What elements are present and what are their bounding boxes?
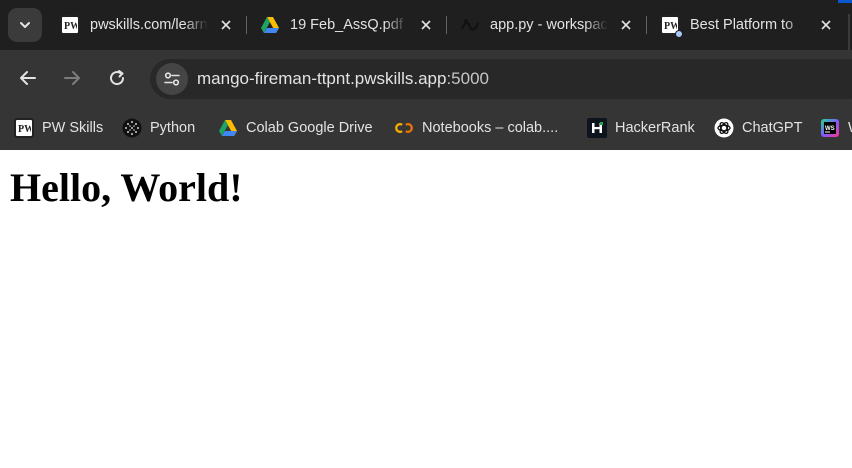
page-heading: Hello, World!	[10, 165, 243, 210]
bookmark-label: ChatGPT	[742, 120, 803, 136]
reload-button[interactable]	[101, 62, 133, 94]
close-tab-icon[interactable]	[618, 17, 634, 33]
bookmark-hackerrank[interactable]: HackerRank	[587, 116, 695, 140]
tab-best-platform[interactable]: PW Best Platform to	[648, 8, 844, 42]
address-bar[interactable]: mango-fireman-ttpnt.pwskills.app:5000	[150, 59, 852, 99]
tab-activity-dot	[675, 30, 683, 38]
bookmark-colab-drive[interactable]: Colab Google Drive	[218, 116, 373, 140]
python-icon	[122, 118, 142, 138]
back-button[interactable]	[12, 62, 44, 94]
bookmark-python[interactable]: Python	[122, 116, 195, 140]
chevron-down-icon	[20, 22, 30, 28]
site-info-button[interactable]	[156, 63, 188, 95]
tab-separator	[446, 16, 447, 34]
webstorm-icon: WS	[820, 118, 840, 138]
google-drive-icon	[218, 118, 238, 138]
tab-title: app.py - workspace	[490, 17, 608, 33]
bookmark-label: Colab Google Drive	[246, 120, 373, 136]
tab-app-py[interactable]: app.py - workspace	[448, 8, 644, 42]
window-accent	[838, 0, 852, 3]
tab-title: 19 Feb_AssQ.pdf	[290, 17, 403, 33]
bookmark-label: Python	[150, 120, 196, 136]
bookmark-notebooks-colab[interactable]: Notebooks – colab....	[394, 116, 558, 140]
arrow-left-icon	[20, 71, 36, 85]
pw-skills-icon: PW	[14, 118, 34, 138]
colab-icon	[394, 118, 414, 138]
svg-text:WS: WS	[825, 126, 835, 132]
tab-pdf[interactable]: 19 Feb_AssQ.pdf	[248, 8, 444, 42]
close-tab-icon[interactable]	[218, 17, 234, 33]
bookmark-label: HackerRank	[615, 120, 695, 136]
url-text[interactable]: mango-fireman-ttpnt.pwskills.app:5000	[197, 69, 489, 89]
bookmark-label: W	[848, 120, 852, 136]
arrow-right-icon	[64, 71, 80, 85]
tab-strip: PW pwskills.com/learn 19 Feb_AssQ.pdf ap…	[0, 0, 852, 50]
page-content: Hello, World!	[0, 150, 852, 468]
tab-separator	[246, 16, 247, 34]
svg-text:PW: PW	[18, 124, 31, 135]
bookmark-chatgpt[interactable]: ChatGPT	[714, 116, 802, 140]
close-tab-icon[interactable]	[818, 17, 834, 33]
tab-separator	[848, 14, 850, 50]
bookmark-label: Notebooks – colab....	[422, 120, 559, 136]
browser-toolbar: mango-fireman-ttpnt.pwskills.app:5000	[0, 50, 852, 106]
pw-skills-icon: PW	[660, 15, 683, 38]
hackerrank-icon	[587, 118, 607, 138]
tab-title: Best Platform to	[690, 17, 794, 33]
tune-icon	[164, 72, 180, 86]
reload-icon	[110, 70, 125, 86]
pw-skills-icon: PW	[60, 15, 80, 35]
url-host: mango-fireman-ttpnt.pwskills.app	[197, 69, 447, 88]
svg-text:PW: PW	[64, 21, 77, 32]
google-drive-icon	[260, 15, 280, 35]
tab-pwskills-learn[interactable]: PW pwskills.com/learn	[48, 8, 244, 42]
bookmark-webstorm[interactable]: WS W	[820, 116, 852, 140]
close-tab-icon[interactable]	[418, 17, 434, 33]
bookmarks-bar: PW PW Skills Python Colab Google Drive N…	[0, 106, 852, 150]
tab-separator	[646, 16, 647, 34]
bookmark-pw-skills[interactable]: PW PW Skills	[14, 116, 103, 140]
workspace-icon	[460, 15, 480, 35]
bookmark-label: PW Skills	[42, 120, 104, 136]
chatgpt-icon	[714, 118, 734, 138]
tab-search-button[interactable]	[8, 8, 42, 42]
tab-title: pwskills.com/learn	[90, 17, 208, 33]
forward-button[interactable]	[56, 62, 88, 94]
url-port: :5000	[446, 69, 489, 88]
